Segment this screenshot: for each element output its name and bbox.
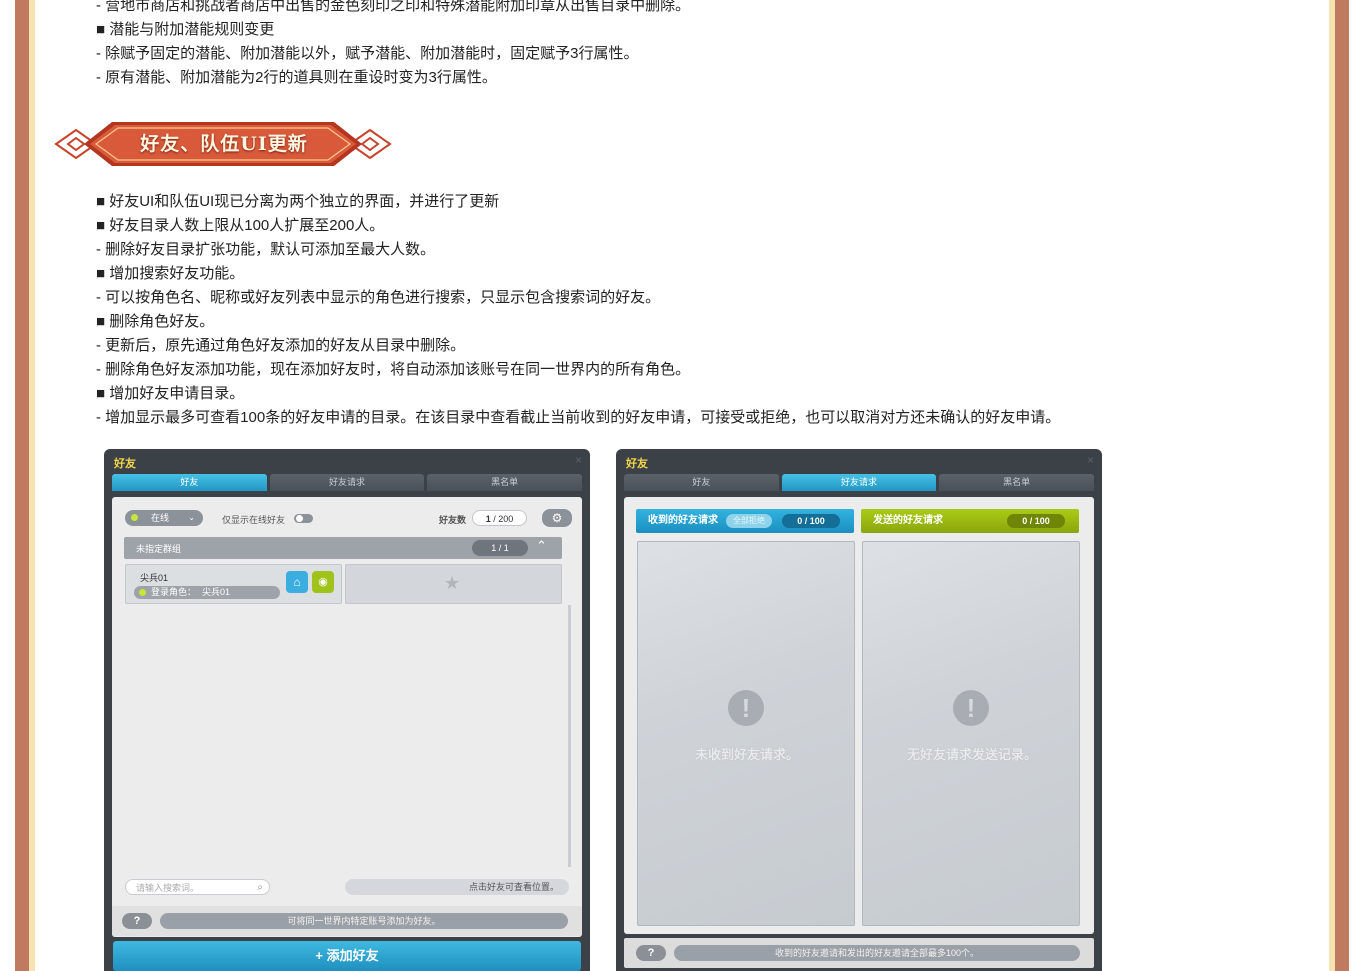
help-message: 收到的好友邀请和发出的好友邀请全部最多100个。 (674, 945, 1080, 961)
home-icon[interactable]: ⌂ (286, 571, 308, 593)
friend-name: 尖兵01 (140, 573, 169, 583)
text-line: - 更新后，原先通过角色好友添加的好友从目录中删除。 (96, 337, 466, 354)
close-icon[interactable]: × (575, 453, 582, 467)
tab-bar: 好友 好友请求 黑名单 (624, 474, 1095, 491)
exclamation-icon: ! (953, 690, 989, 726)
group-header[interactable]: 未指定群组 1 / 1 ⌃ (124, 537, 562, 559)
window-title: 好友 (114, 458, 136, 470)
status-label: 在线 (151, 513, 170, 523)
text-line: ■ 潜能与附加潜能规则变更 (96, 21, 275, 38)
star-icon: ★ (444, 573, 461, 593)
request-panel: 收到的好友请求 全部拒绝 0 / 100 发送的好友请求 0 / 100 ! 未… (624, 497, 1094, 934)
tab-friend-requests[interactable]: 好友请求 (781, 474, 937, 491)
received-count: 0 / 100 (782, 514, 840, 528)
intro-text: - 营地市商店和挑战者商店中出售的金色刻印之印和特殊潜能附加印章从出售目录中删除… (96, 0, 690, 90)
search-placeholder: 请输入搜索词。 (136, 883, 200, 893)
text-line: - 除赋予固定的潜能、附加潜能以外，赋予潜能、附加潜能时，固定赋予3行属性。 (96, 45, 639, 62)
login-role-name: 尖兵01 (202, 587, 231, 597)
online-dot-icon (139, 589, 146, 596)
section-title: 好友、队伍UI更新 (140, 133, 308, 155)
exclamation-icon: ! (728, 690, 764, 726)
empty-received-message: 未收到好友请求。 (694, 747, 799, 762)
empty-sent-message: 无好友请求发送记录。 (906, 747, 1037, 762)
page-frame-right-inner (1329, 0, 1335, 971)
help-button[interactable]: ? (122, 913, 152, 929)
gear-icon[interactable]: ⚙ (542, 509, 572, 527)
friend-list-panel: 在线 ⌄ 仅显示在线好友 好友数 1 / 200 ⚙ 未指定群组 1 / 1 ⌃… (112, 497, 582, 937)
tab-bar: 好友 好友请求 黑名单 (112, 474, 583, 491)
friend-request-window: 好友 × 好友 好友请求 黑名单 收到的好友请求 全部拒绝 0 / 100 发送… (616, 449, 1102, 971)
click-hint: 点击好友可查看位置。 (345, 879, 569, 895)
help-bar: ? 可将同一世界内特定账号添加为好友。 (112, 906, 582, 936)
online-only-toggle[interactable] (294, 514, 313, 523)
help-message: 可将同一世界内特定账号添加为好友。 (160, 913, 568, 929)
friend-card[interactable]: 尖兵01 登录角色： 尖兵01 ⌂ ◉ (125, 564, 342, 604)
tab-friends[interactable]: 好友 (112, 474, 267, 491)
add-friend-button[interactable]: + 添加好友 (113, 941, 581, 971)
group-count: 1 / 1 (472, 540, 528, 556)
text-line: - 可以按角色名、昵称或好友列表中显示的角色进行搜索，只显示包含搜索词的好友。 (96, 289, 661, 306)
friend-count-label: 好友数 (439, 515, 467, 525)
help-button[interactable]: ? (636, 945, 666, 961)
online-dot-icon (131, 514, 138, 521)
page-frame-left (15, 0, 29, 971)
help-bar: ? 收到的好友邀请和发出的好友邀请全部最多100个。 (624, 938, 1094, 968)
page-frame-left-inner (29, 0, 35, 971)
received-requests-header: 收到的好友请求 全部拒绝 0 / 100 (636, 509, 854, 533)
toggle-knob (296, 515, 303, 522)
text-line: - 原有潜能、附加潜能为2行的道具则在重设时变为3行属性。 (96, 69, 497, 86)
chevron-down-icon: ⌄ (188, 513, 195, 522)
text-line: - 增加显示最多可查看100条的好友申请的目录。在该目录中查看截止当前收到的好友… (96, 409, 1061, 426)
text-line: ■ 增加搜索好友功能。 (96, 265, 245, 282)
text-line: - 营地市商店和挑战者商店中出售的金色刻印之印和特殊潜能附加印章从出售目录中删除… (96, 0, 691, 14)
tab-friend-requests[interactable]: 好友请求 (269, 474, 425, 491)
login-role-label: 登录角色： (151, 587, 197, 597)
search-icon[interactable]: ⌕ (257, 880, 263, 896)
friend-max: 200 (498, 514, 514, 524)
empty-friend-slot: ★ (345, 564, 562, 604)
text-line: - 删除好友目录扩张功能，默认可添加至最大人数。 (96, 241, 436, 258)
received-title: 收到的好友请求 (648, 515, 718, 526)
friend-count-box: 1 / 200 (472, 510, 527, 526)
scrollbar[interactable] (568, 605, 571, 867)
text-line: ■ 好友目录人数上限从100人扩展至200人。 (96, 217, 385, 234)
sent-title: 发送的好友请求 (873, 515, 943, 526)
reject-all-button[interactable]: 全部拒绝 (726, 514, 772, 528)
text-line: ■ 增加好友申请目录。 (96, 385, 245, 402)
group-name: 未指定群组 (136, 544, 182, 554)
text-line: ■ 好友UI和队伍UI现已分离为两个独立的界面，并进行了更新 (96, 193, 500, 210)
section-text: ■ 好友UI和队伍UI现已分离为两个独立的界面，并进行了更新 ■ 好友目录人数上… (96, 190, 1060, 430)
sent-count: 0 / 100 (1007, 514, 1065, 528)
tab-friends[interactable]: 好友 (624, 474, 779, 491)
login-role-bar: 登录角色： 尖兵01 (134, 586, 280, 599)
online-only-label: 仅显示在线好友 (222, 515, 286, 525)
page-frame-right (1335, 0, 1349, 971)
chevron-up-icon[interactable]: ⌃ (536, 538, 547, 554)
text-line: ■ 删除角色好友。 (96, 313, 215, 330)
sent-requests-header: 发送的好友请求 0 / 100 (861, 509, 1079, 533)
received-requests-list: ! 未收到好友请求。 (637, 541, 855, 926)
sent-requests-list: ! 无好友请求发送记录。 (862, 541, 1080, 926)
tab-blacklist[interactable]: 黑名单 (939, 474, 1095, 491)
friend-count: 1 (485, 514, 491, 524)
tab-blacklist[interactable]: 黑名单 (427, 474, 583, 491)
location-icon[interactable]: ◉ (312, 571, 334, 593)
close-icon[interactable]: × (1087, 453, 1094, 467)
section-banner: 好友、队伍UI更新 (54, 118, 392, 170)
friend-window: 好友 × 好友 好友请求 黑名单 在线 ⌄ 仅显示在线好友 好友数 1 / 20… (104, 449, 590, 971)
status-dropdown[interactable]: 在线 ⌄ (125, 510, 203, 526)
text-line: - 删除角色好友添加功能，现在添加好友时，将自动添加该账号在同一世界内的所有角色… (96, 361, 691, 378)
window-title: 好友 (626, 458, 648, 470)
search-input[interactable]: 请输入搜索词。 ⌕ (125, 879, 270, 895)
